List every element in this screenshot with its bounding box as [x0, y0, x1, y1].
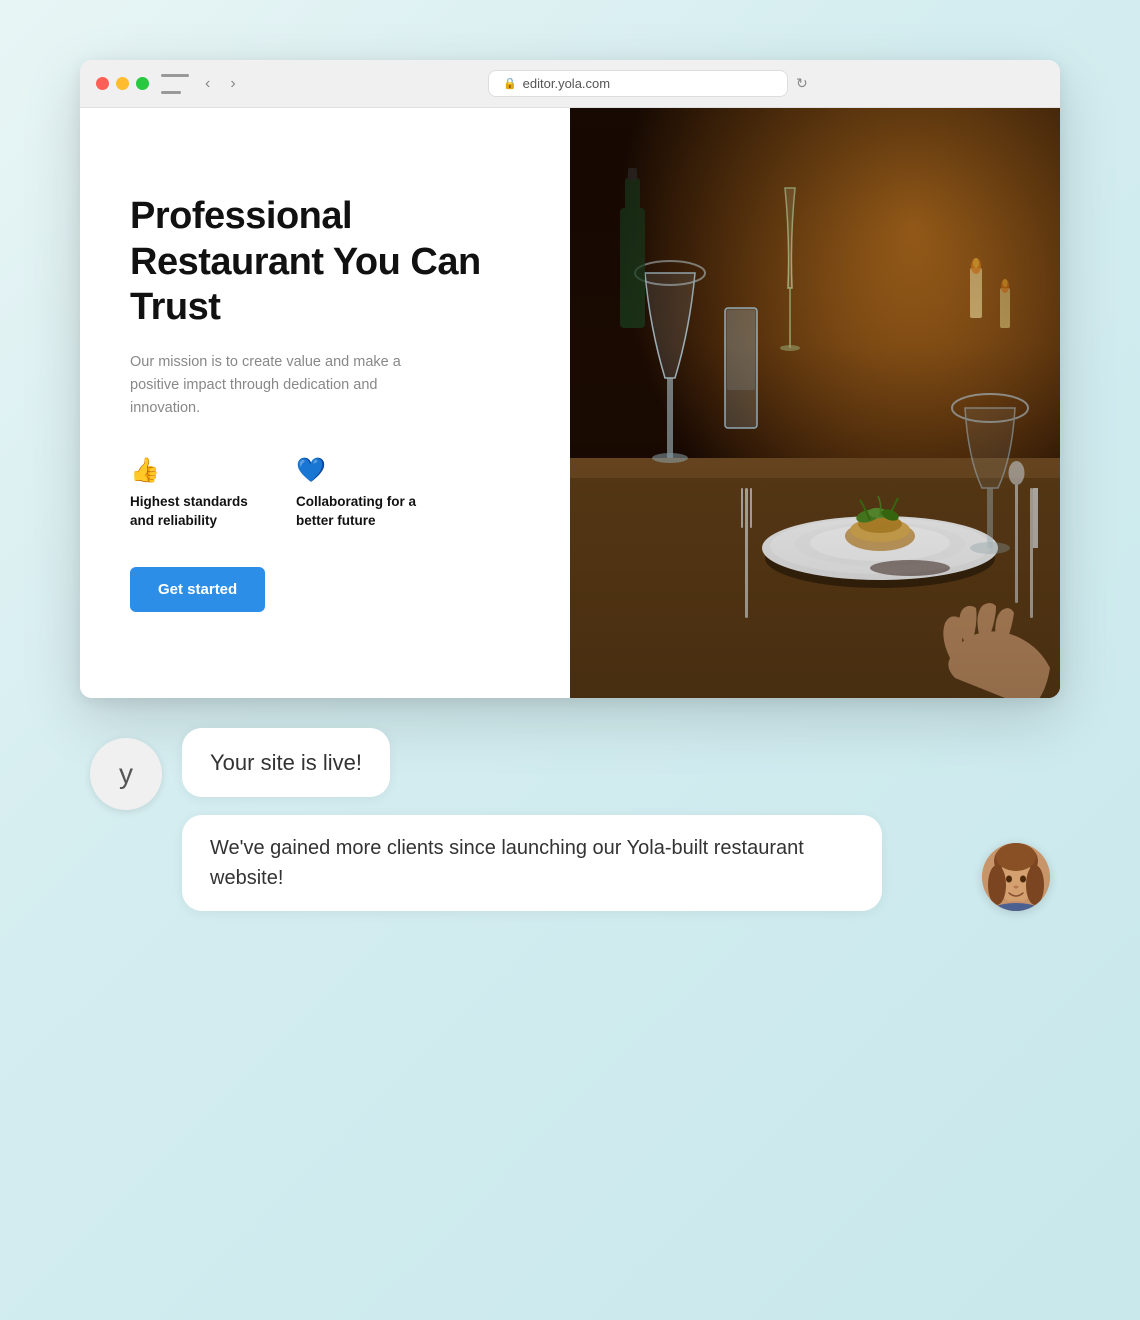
reload-button[interactable]: ↻ [796, 75, 808, 92]
maximize-button[interactable] [136, 77, 149, 90]
hero-subtitle: Our mission is to create value and make … [130, 351, 430, 421]
traffic-lights [96, 77, 149, 90]
feature-item-standards: 👍 Highest standards and reliability [130, 456, 260, 531]
restaurant-image [570, 108, 1060, 698]
user-avatar [982, 843, 1050, 911]
close-button[interactable] [96, 77, 109, 90]
browser-window: ‹ › 🔒 editor.yola.com ↻ Professional Res… [80, 60, 1060, 698]
user-avatar-container [982, 843, 1050, 911]
hero-title: Professional Restaurant You Can Trust [130, 194, 520, 331]
chat-bubble-live: Your site is live! [182, 728, 390, 797]
feature-label-standards: Highest standards and reliability [130, 493, 260, 531]
thumbs-up-icon: 👍 [130, 456, 260, 485]
get-started-button[interactable]: Get started [130, 567, 265, 612]
chat-messages: Your site is live! We've gained more cli… [182, 728, 1050, 911]
lock-icon: 🔒 [503, 77, 517, 90]
browser-content: Professional Restaurant You Can Trust Ou… [80, 108, 1060, 698]
features-row: 👍 Highest standards and reliability 💙 Co… [130, 456, 520, 531]
forward-button[interactable]: › [226, 73, 239, 95]
address-bar-container: 🔒 editor.yola.com ↻ [252, 70, 1044, 97]
heart-icon: 💙 [296, 456, 426, 485]
chat-bubble-testimonial: We've gained more clients since launchin… [182, 815, 882, 911]
left-panel: Professional Restaurant You Can Trust Ou… [80, 108, 570, 698]
back-button[interactable]: ‹ [201, 73, 214, 95]
chat-section: y Your site is live! We've gained more c… [80, 728, 1060, 911]
feature-item-collaborating: 💙 Collaborating for a better future [296, 456, 426, 531]
yola-avatar: y [90, 738, 162, 810]
url-text: editor.yola.com [523, 76, 610, 91]
browser-toolbar: ‹ › 🔒 editor.yola.com ↻ [80, 60, 1060, 108]
minimize-button[interactable] [116, 77, 129, 90]
address-bar[interactable]: 🔒 editor.yola.com [488, 70, 788, 97]
sidebar-toggle-icon[interactable] [161, 74, 189, 94]
feature-label-collaborating: Collaborating for a better future [296, 493, 426, 531]
right-panel [570, 108, 1060, 698]
